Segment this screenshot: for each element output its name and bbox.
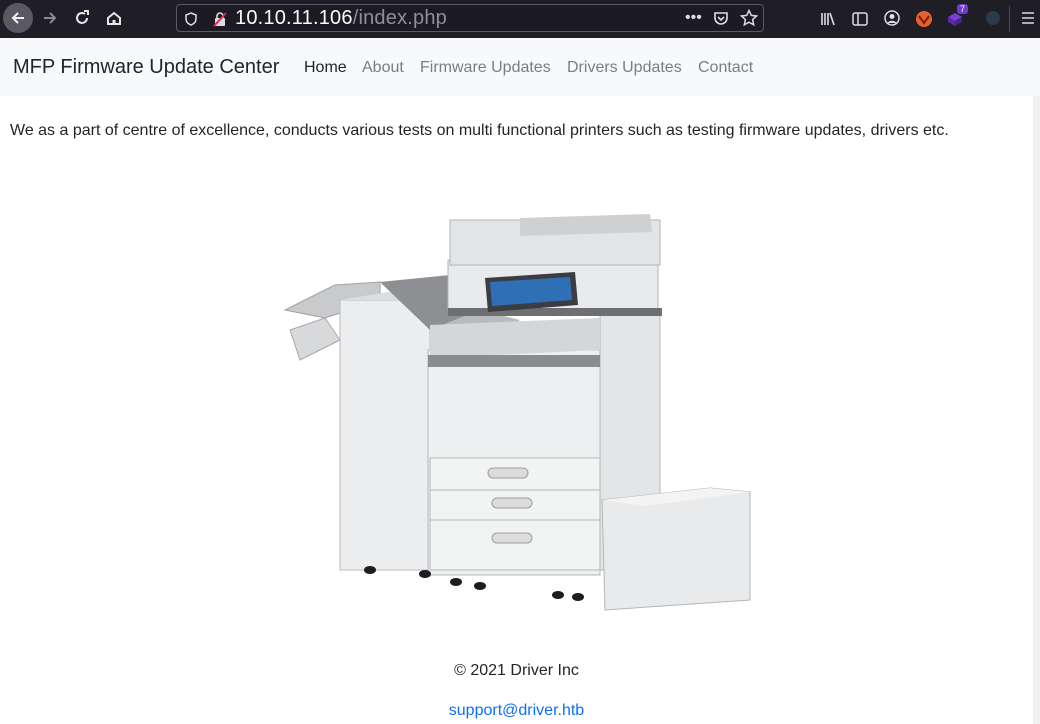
extension-dark-icon[interactable] — [985, 10, 1001, 28]
home-button[interactable] — [100, 4, 128, 32]
reload-icon — [76, 10, 89, 24]
bookmark-star-icon[interactable] — [739, 8, 759, 29]
url-text[interactable]: 10.10.11.106/index.php — [235, 7, 447, 30]
back-button[interactable] — [3, 3, 33, 33]
sidebar-icon[interactable] — [852, 11, 868, 29]
insecure-lock-icon[interactable] — [213, 11, 227, 29]
forward-button[interactable] — [36, 4, 64, 32]
nav-link-drivers-updates[interactable]: Drivers Updates — [567, 59, 682, 77]
arrow-right-icon — [44, 12, 57, 24]
footer-email-link[interactable]: support@driver.htb — [0, 702, 1033, 720]
hamburger-menu-icon[interactable] — [1021, 11, 1035, 27]
toolbar-divider — [1009, 6, 1010, 32]
reload-button[interactable] — [68, 4, 96, 32]
footer-copyright: © 2021 Driver Inc — [454, 662, 579, 679]
printer-image — [283, 214, 751, 611]
pocket-icon[interactable] — [713, 10, 729, 28]
nav-link-contact[interactable]: Contact — [698, 59, 753, 77]
home-icon — [107, 11, 121, 25]
nav-link-about[interactable]: About — [362, 59, 404, 77]
library-icon[interactable] — [820, 11, 836, 29]
page-actions-icon[interactable]: ••• — [685, 10, 702, 26]
account-icon[interactable] — [884, 10, 900, 28]
intro-text: We as a part of centre of excellence, co… — [10, 122, 949, 139]
extension-badge: 7 — [957, 4, 969, 14]
nav-link-firmware-updates[interactable]: Firmware Updates — [420, 59, 551, 77]
extension-foxy-icon[interactable] — [915, 10, 933, 30]
page-scrollbar[interactable] — [1033, 96, 1040, 724]
site-navbar: MFP Firmware Update Center Home About Fi… — [0, 38, 1040, 96]
nav-link-home[interactable]: Home — [304, 59, 347, 77]
shield-icon[interactable] — [185, 12, 197, 28]
arrow-left-icon — [11, 12, 24, 24]
url-bar[interactable]: 10.10.11.106/index.php ••• — [176, 4, 764, 32]
browser-toolbar: 10.10.11.106/index.php ••• 7 — [0, 0, 1040, 38]
site-brand[interactable]: MFP Firmware Update Center — [13, 56, 279, 79]
